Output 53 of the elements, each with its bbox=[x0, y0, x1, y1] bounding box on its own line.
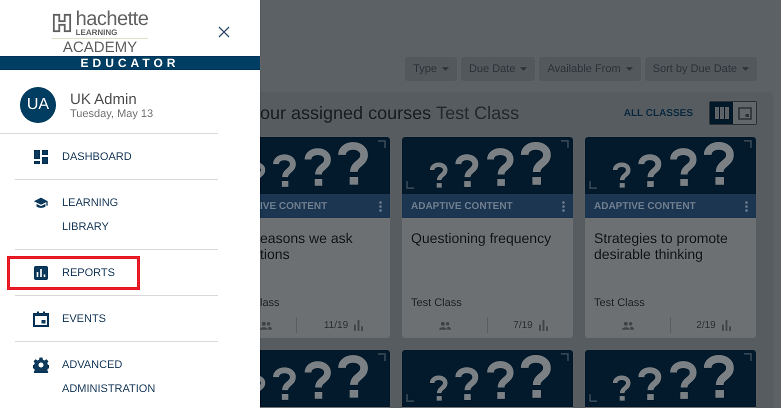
bar-chart-icon bbox=[354, 320, 364, 330]
calendar-icon bbox=[33, 311, 49, 327]
graduation-cap-icon bbox=[33, 195, 49, 211]
user-date: Tuesday, May 13 bbox=[70, 108, 154, 120]
user-name: UK Admin bbox=[70, 90, 138, 108]
nav-link[interactable]: DASHBOARD bbox=[7, 140, 143, 174]
more-options-icon[interactable] bbox=[562, 200, 565, 212]
logo-subtitle: LEARNING bbox=[76, 29, 118, 37]
content-type-label: ADAPTIVE CONTENT bbox=[594, 200, 696, 212]
class-name: Test Class bbox=[594, 297, 646, 309]
calendar-view-button[interactable] bbox=[733, 102, 756, 124]
class-name: Test Class bbox=[411, 297, 463, 309]
caret-icon bbox=[742, 67, 749, 71]
bar-chart-icon bbox=[722, 320, 731, 330]
people-icon bbox=[438, 320, 450, 330]
bar-chart-icon bbox=[33, 265, 49, 281]
settings-icon bbox=[33, 357, 49, 373]
user-avatar: UA bbox=[20, 87, 56, 123]
progress-count: 2/19 bbox=[696, 320, 716, 330]
nav-link[interactable]: ADVANCED ADMINISTRATION bbox=[7, 348, 166, 406]
course-title: easons we ask tions bbox=[260, 230, 354, 262]
progress-count: 11/19 bbox=[324, 320, 348, 330]
course-card[interactable]: ADAPTIVE CONTENT Strategies to promote desirable thinking Test Class 2/19 bbox=[585, 137, 756, 338]
people-icon bbox=[622, 320, 634, 330]
nav-link[interactable]: LEARNING LIBRARY bbox=[7, 186, 130, 244]
more-options-icon[interactable] bbox=[379, 200, 382, 212]
course-card[interactable]: IVE CONTENT easons we ask tions lass 11/19 bbox=[260, 137, 390, 338]
more-options-icon[interactable] bbox=[745, 200, 748, 212]
content-type-label: IVE CONTENT bbox=[260, 200, 328, 212]
columns-icon bbox=[714, 107, 728, 119]
dashboard-icon bbox=[33, 149, 49, 165]
role-banner: EDUCATOR bbox=[0, 56, 260, 70]
caret-icon bbox=[626, 67, 633, 71]
caret-icon bbox=[442, 67, 449, 71]
logo-icon bbox=[52, 13, 72, 33]
course-title: Questioning frequency bbox=[411, 230, 552, 246]
logo-academy: ACADEMY bbox=[62, 39, 138, 56]
all-classes-link[interactable]: ALL CLASSES bbox=[624, 108, 693, 118]
people-icon bbox=[260, 320, 272, 330]
close-icon bbox=[218, 26, 230, 38]
logo-brand: hachette bbox=[76, 9, 148, 29]
close-button[interactable] bbox=[216, 24, 232, 40]
grid-view-button[interactable] bbox=[710, 102, 733, 124]
caret-icon bbox=[520, 67, 528, 71]
content-type-label: ADAPTIVE CONTENT bbox=[411, 200, 513, 212]
progress-count: 7/19 bbox=[513, 320, 533, 330]
nav-link[interactable]: EVENTS bbox=[7, 302, 118, 336]
nav-link[interactable]: REPORTS bbox=[7, 256, 140, 290]
course-card[interactable]: ADAPTIVE CONTENT Questioning frequency Test Class 7/19 bbox=[402, 137, 573, 338]
course-title: Strategies to promote desirable thinking bbox=[594, 230, 729, 262]
bar-chart-icon bbox=[538, 320, 548, 330]
calendar-icon bbox=[738, 106, 752, 120]
class-name: lass bbox=[260, 297, 281, 309]
